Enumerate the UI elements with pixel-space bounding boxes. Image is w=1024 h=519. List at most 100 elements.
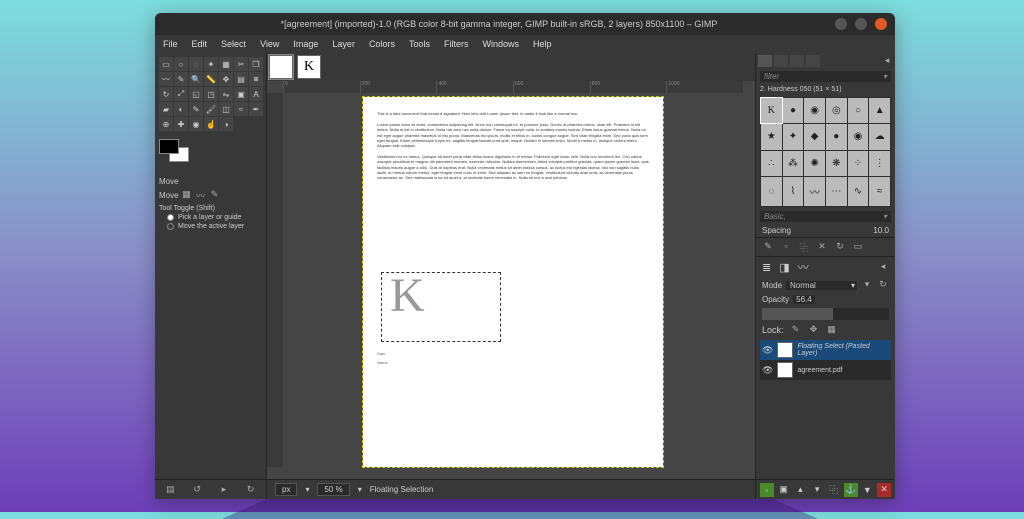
menu-colors[interactable]: Colors: [369, 39, 395, 49]
brush-item[interactable]: K: [761, 98, 782, 123]
brush-item[interactable]: ⋯: [826, 177, 847, 206]
brush-item[interactable]: ✦: [783, 124, 804, 149]
tool-rect-select[interactable]: ▭: [159, 57, 173, 71]
tool-airbrush[interactable]: ≈: [234, 102, 248, 116]
menu-image[interactable]: Image: [293, 39, 318, 49]
panel-menu-icon[interactable]: ◂: [881, 55, 893, 67]
brush-filter-input[interactable]: filter: [760, 71, 891, 82]
new-layer-button[interactable]: ▫: [760, 483, 774, 497]
fonts-tab[interactable]: [790, 55, 804, 67]
brush-item[interactable]: ❋: [826, 151, 847, 176]
layer-icon[interactable]: ▦: [181, 189, 193, 201]
tool-ink[interactable]: ✒: [249, 102, 263, 116]
minimize-button[interactable]: [835, 18, 847, 30]
tool-move[interactable]: ✥: [219, 72, 233, 86]
tool-scale[interactable]: ⤢: [174, 87, 188, 101]
canvas[interactable]: This is a fake document that needs a sig…: [283, 93, 743, 479]
visibility-icon[interactable]: 👁: [762, 365, 773, 376]
brush-item[interactable]: ◎: [826, 98, 847, 123]
edit-brush-icon[interactable]: ✎: [762, 241, 774, 253]
floating-selection-box[interactable]: K: [381, 272, 501, 342]
menu-file[interactable]: File: [163, 39, 178, 49]
menu-select[interactable]: Select: [221, 39, 246, 49]
new-brush-icon[interactable]: ▫: [780, 241, 792, 253]
unit-chevron-icon[interactable]: ▾: [305, 485, 309, 494]
menu-filters[interactable]: Filters: [444, 39, 469, 49]
menu-view[interactable]: View: [260, 39, 279, 49]
reset-options-icon[interactable]: ↻: [245, 484, 257, 496]
tool-paintbrush[interactable]: 🖌: [204, 102, 218, 116]
tool-by-color[interactable]: ▦: [219, 57, 233, 71]
menu-layer[interactable]: Layer: [332, 39, 355, 49]
tool-free-select[interactable]: ◌: [189, 57, 203, 71]
mode-select[interactable]: Normal: [786, 281, 857, 290]
brush-item[interactable]: ◉: [848, 124, 869, 149]
color-swatches[interactable]: [159, 139, 199, 169]
menu-tools[interactable]: Tools: [409, 39, 430, 49]
tool-ellipse-select[interactable]: ○: [174, 57, 188, 71]
refresh-brush-icon[interactable]: ↻: [834, 241, 846, 253]
tool-rotate[interactable]: ↻: [159, 87, 173, 101]
brush-item[interactable]: ⁂: [783, 151, 804, 176]
layer-floating-selection[interactable]: 👁 Floating Select (Pasted Layer): [760, 340, 891, 360]
maximize-button[interactable]: [855, 18, 867, 30]
dup-layer-button[interactable]: ⿻: [827, 483, 841, 497]
brush-item[interactable]: ◉: [804, 98, 825, 123]
brush-item[interactable]: ⁘: [848, 151, 869, 176]
path-icon[interactable]: 〰: [195, 189, 207, 201]
tool-heal[interactable]: ✚: [174, 117, 188, 131]
brush-item[interactable]: ✺: [804, 151, 825, 176]
anchor-layer-button[interactable]: ⚓: [844, 483, 858, 497]
tool-cage[interactable]: ▣: [234, 87, 248, 101]
layers-tab-icon[interactable]: ≣: [762, 261, 771, 274]
patterns-tab[interactable]: [774, 55, 788, 67]
radio-move-active[interactable]: [167, 223, 174, 230]
paths-tab-icon[interactable]: 〰: [798, 259, 809, 275]
tool-measure[interactable]: 📏: [204, 72, 218, 86]
tool-paths[interactable]: 〰: [159, 72, 173, 86]
tool-bucket[interactable]: ▰: [159, 102, 173, 116]
tool-flip[interactable]: ⇋: [219, 87, 233, 101]
lock-position-icon[interactable]: ✥: [808, 324, 820, 336]
brush-item[interactable]: 〰: [804, 177, 825, 206]
radio-pick-layer[interactable]: [167, 214, 174, 221]
delete-options-icon[interactable]: ▸: [218, 484, 230, 496]
brush-item[interactable]: ≈: [869, 177, 890, 206]
selection-icon[interactable]: ✎: [209, 189, 221, 201]
delete-layer-button[interactable]: ✕: [877, 483, 891, 497]
brush-item[interactable]: ∿: [848, 177, 869, 206]
del-brush-icon[interactable]: ✕: [816, 241, 828, 253]
brush-item[interactable]: ●: [783, 98, 804, 123]
layer-group-button[interactable]: ▣: [777, 483, 791, 497]
zoom-chevron-icon[interactable]: ▾: [358, 485, 362, 494]
brush-item[interactable]: ◌: [761, 177, 782, 206]
unit-select[interactable]: px: [275, 483, 297, 496]
brush-item[interactable]: ⌇: [783, 177, 804, 206]
tool-color-picker[interactable]: ✎: [174, 72, 188, 86]
tool-dodge[interactable]: ◑: [219, 117, 233, 131]
menu-edit[interactable]: Edit: [192, 39, 208, 49]
tool-eraser[interactable]: ◫: [219, 102, 233, 116]
tool-perspective[interactable]: ◳: [204, 87, 218, 101]
visibility-icon[interactable]: 👁: [762, 345, 773, 356]
tool-fuzzy-select[interactable]: ✦: [204, 57, 218, 71]
brush-item[interactable]: ◆: [804, 124, 825, 149]
brush-item[interactable]: ○: [848, 98, 869, 123]
layer-agreement[interactable]: 👁 agreement.pdf: [760, 360, 891, 380]
tool-blend[interactable]: ◐: [174, 102, 188, 116]
brush-preset-select[interactable]: Basic,: [760, 211, 891, 222]
zoom-select[interactable]: 50 %: [317, 483, 349, 496]
merge-layer-button[interactable]: ▼: [861, 483, 875, 497]
mode-reset-icon[interactable]: ↻: [877, 279, 889, 291]
menu-help[interactable]: Help: [533, 39, 552, 49]
brush-item[interactable]: ★: [761, 124, 782, 149]
tool-shear[interactable]: ◱: [189, 87, 203, 101]
brush-item[interactable]: ∴: [761, 151, 782, 176]
lower-layer-button[interactable]: ▾: [810, 483, 824, 497]
dup-brush-icon[interactable]: ⿻: [798, 241, 810, 253]
layers-menu-icon[interactable]: ◂: [877, 261, 889, 273]
history-tab[interactable]: [806, 55, 820, 67]
tool-align[interactable]: ▤: [234, 72, 248, 86]
menu-windows[interactable]: Windows: [482, 39, 519, 49]
tool-blur[interactable]: ◉: [189, 117, 203, 131]
